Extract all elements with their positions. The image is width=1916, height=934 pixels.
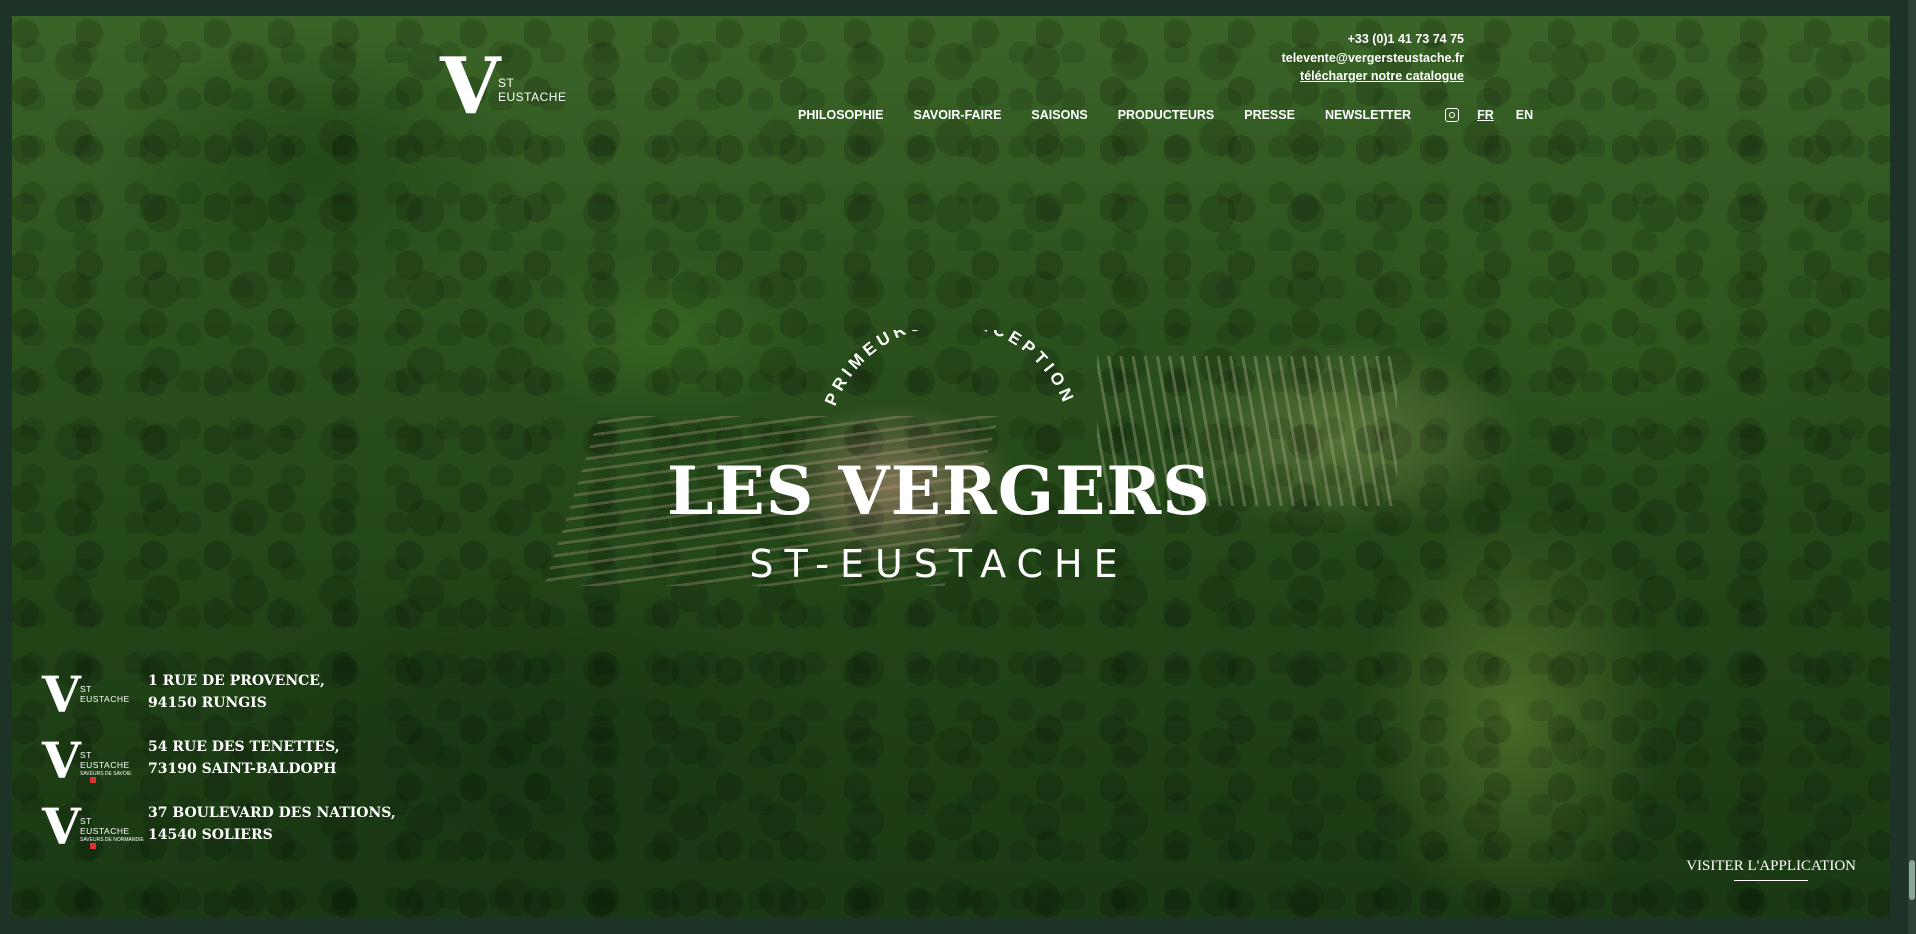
site-address-text: 54 RUE DES TENETTES, 73190 SAINT-BALDOPH — [148, 736, 340, 780]
link-underline — [1734, 880, 1808, 881]
logo-line1: ST — [80, 816, 92, 826]
scrollbar-thumb[interactable] — [1909, 860, 1915, 900]
address-line2: 14540 SOLIERS — [148, 827, 273, 843]
logo-letter: V — [42, 731, 81, 790]
site-tagline: SAVEURS DE SAVOIE — [80, 771, 132, 777]
address-line1: 37 BOULEVARD DES NATIONS, — [148, 805, 396, 821]
logo-line1: ST — [80, 750, 92, 760]
address-line2: 73190 SAINT-BALDOPH — [148, 761, 337, 777]
svg-text:PRIMEURS D'EXCEPTION: PRIMEURS D'EXCEPTION — [821, 330, 1079, 408]
site-logo: V ST EUSTACHE SAVEURS DE SAVOIE — [38, 734, 148, 790]
arc-tagline: PRIMEURS D'EXCEPTION — [821, 330, 1079, 408]
site-logo: V ST EUSTACHE — [38, 668, 148, 724]
site-soliers[interactable]: V ST EUSTACHE SAVEURS DE NORMANDIE 37 BOU… — [38, 800, 396, 866]
site-saint-baldoph[interactable]: V ST EUSTACHE SAVEURS DE SAVOIE 54 RUE DE… — [38, 734, 396, 800]
site-address-text: 1 RUE DE PROVENCE, 94150 RUNGIS — [148, 670, 325, 714]
visit-app-label: VISITER L'APPLICATION — [1686, 858, 1856, 874]
logo-line2: EUSTACHE — [80, 826, 130, 836]
logo-wordmark: ST EUSTACHE — [80, 750, 130, 770]
logo-line2: EUSTACHE — [80, 694, 130, 704]
address-line2: 94150 RUNGIS — [148, 695, 267, 711]
normandie-flag-icon — [90, 843, 96, 849]
site-addresses: V ST EUSTACHE 1 RUE DE PROVENCE, 94150 RU… — [38, 668, 396, 866]
address-line1: 1 RUE DE PROVENCE, — [148, 673, 325, 689]
logo-wordmark: ST EUSTACHE — [80, 684, 130, 704]
site-rungis[interactable]: V ST EUSTACHE 1 RUE DE PROVENCE, 94150 RU… — [38, 668, 396, 734]
address-line1: 54 RUE DES TENETTES, — [148, 739, 340, 755]
logo-letter: V — [42, 797, 81, 856]
logo-line2: EUSTACHE — [80, 760, 130, 770]
hero-title: LES VERGERS — [667, 452, 1211, 530]
savoie-flag-icon — [90, 777, 96, 783]
site-address-text: 37 BOULEVARD DES NATIONS, 14540 SOLIERS — [148, 802, 396, 846]
scrollbar[interactable] — [1908, 0, 1916, 934]
site-logo: V ST EUSTACHE SAVEURS DE NORMANDIE — [38, 800, 148, 856]
logo-line1: ST — [80, 684, 92, 694]
arc-text: PRIMEURS D'EXCEPTION — [821, 330, 1074, 408]
hero-subtitle: ST-EUSTACHE — [749, 542, 1129, 586]
logo-wordmark: ST EUSTACHE — [80, 816, 130, 836]
logo-letter: V — [42, 665, 81, 724]
visit-app-link[interactable]: VISITER L'APPLICATION — [1686, 858, 1856, 881]
